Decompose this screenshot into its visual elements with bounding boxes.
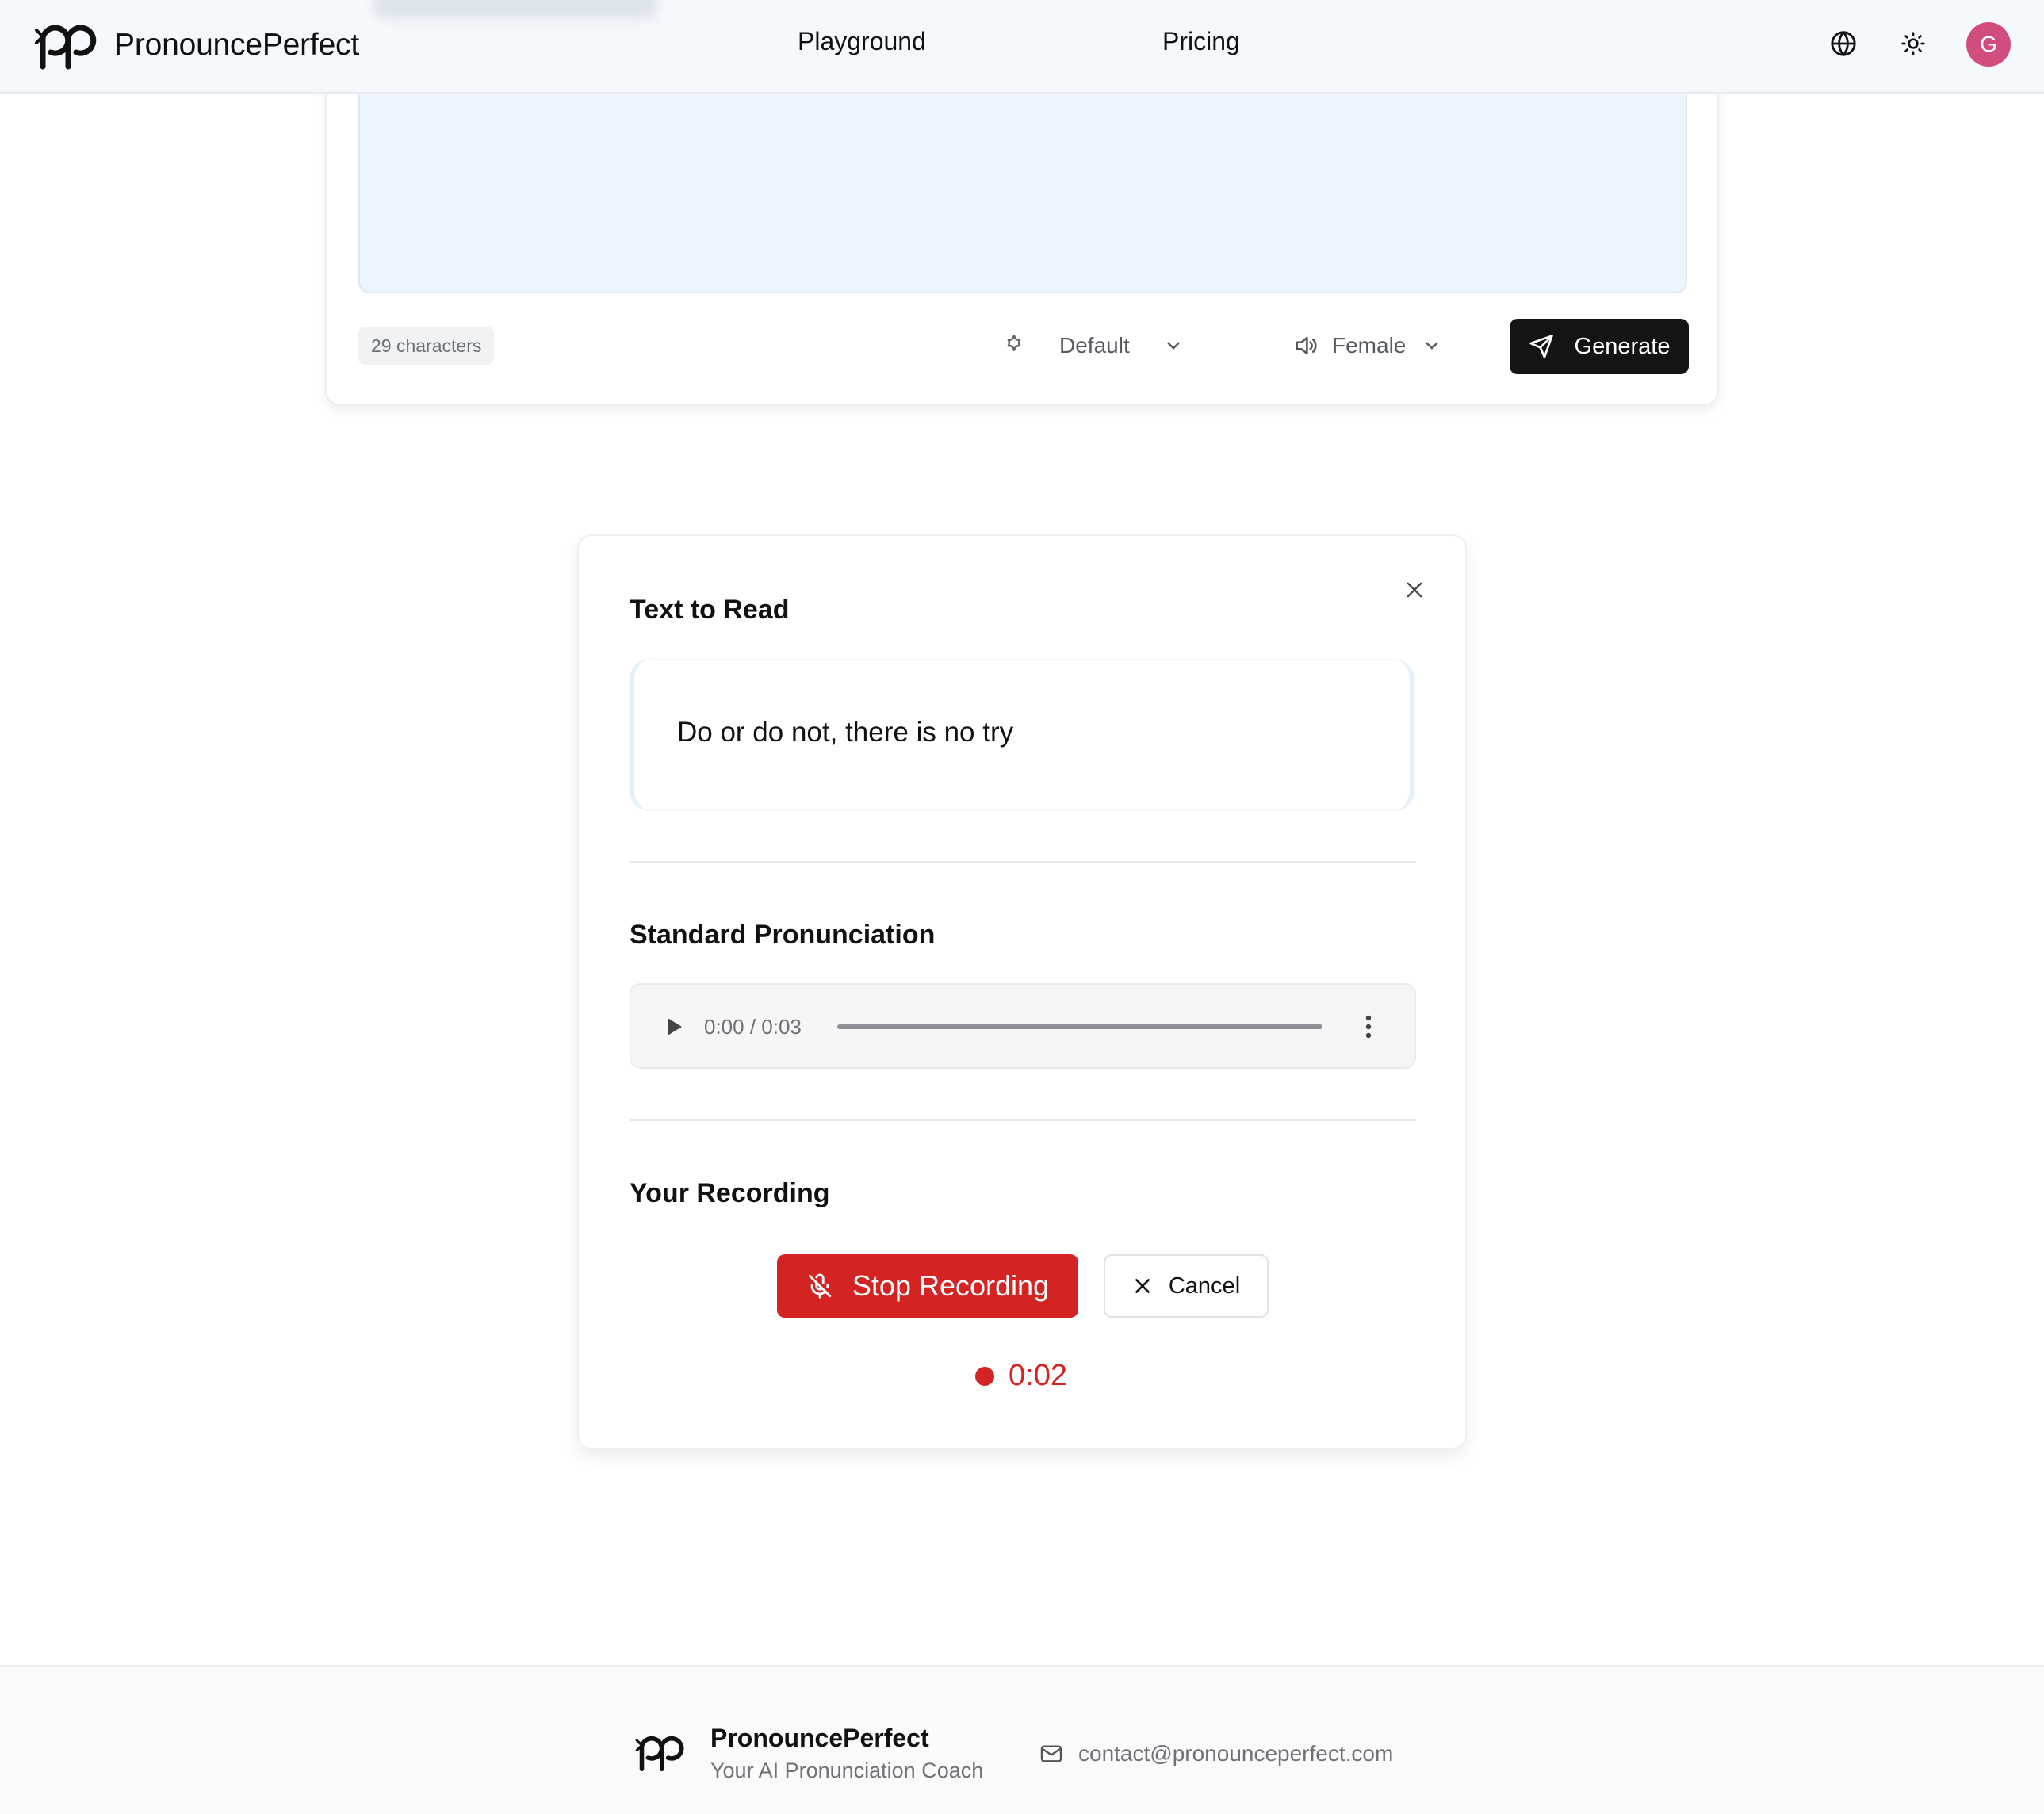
audio-time: 0:00 / 0:03 xyxy=(704,1015,802,1039)
mail-icon xyxy=(1040,1745,1062,1762)
globe-icon xyxy=(1831,30,1856,57)
nav-playground-link[interactable]: Playground xyxy=(798,27,926,56)
cancel-label: Cancel xyxy=(1168,1272,1241,1299)
recording-elapsed-time: 0:02 xyxy=(1009,1359,1067,1392)
user-avatar[interactable]: G xyxy=(1966,22,2011,67)
model-select[interactable]: Default xyxy=(1001,323,1184,368)
text-to-read-content: Do or do not, there is no try xyxy=(677,717,1014,748)
theme-toggle-button[interactable] xyxy=(1898,29,1928,59)
sparkle-model-icon xyxy=(1007,334,1021,351)
close-icon xyxy=(1135,1279,1150,1293)
pp-logo-icon xyxy=(35,25,97,70)
voice-select[interactable]: Female xyxy=(1292,323,1442,368)
language-button[interactable] xyxy=(1828,29,1858,59)
model-select-value: Default xyxy=(1059,333,1130,358)
recording-indicator-dot xyxy=(975,1366,994,1386)
send-icon xyxy=(1529,335,1553,358)
play-icon xyxy=(668,1018,682,1035)
nav-pricing-link[interactable]: Pricing xyxy=(1162,27,1240,56)
site-footer: PronouncePerfect Your AI Pronunciation C… xyxy=(0,1665,2044,1814)
stop-recording-label: Stop Recording xyxy=(852,1269,1050,1302)
section-divider xyxy=(630,1119,1416,1121)
close-icon xyxy=(1407,582,1422,598)
your-recording-title: Your Recording xyxy=(630,1178,830,1208)
footer-contact-link[interactable]: contact@pronounceperfect.com xyxy=(1039,1741,1393,1766)
pp-logo-icon xyxy=(635,1736,684,1772)
modal-close-button[interactable] xyxy=(1400,576,1429,604)
header-overlay-shadow xyxy=(373,0,658,19)
practice-modal: Text to Read Do or do not, there is no t… xyxy=(577,534,1467,1449)
speaker-icon xyxy=(1296,336,1317,355)
voice-select-value: Female xyxy=(1332,333,1407,358)
generate-button-label: Generate xyxy=(1574,333,1671,359)
sun-icon xyxy=(1901,32,1925,55)
audio-progress-bar[interactable] xyxy=(837,1024,1322,1029)
standard-pronunciation-title: Standard Pronunciation xyxy=(630,920,936,950)
footer-brand-name: PronouncePerfect xyxy=(710,1724,929,1752)
character-count-badge: 29 characters xyxy=(358,327,495,365)
footer-email: contact@pronounceperfect.com xyxy=(1078,1741,1394,1766)
section-divider xyxy=(630,861,1416,863)
recording-timer: 0:02 xyxy=(975,1359,1067,1393)
footer-tagline: Your AI Pronunciation Coach xyxy=(710,1759,984,1782)
site-header: PronouncePerfect Playground Pricing G xyxy=(0,0,2044,94)
chevron-down-icon xyxy=(1426,342,1439,350)
stop-recording-button[interactable]: Stop Recording xyxy=(777,1254,1078,1318)
audio-play-button[interactable] xyxy=(663,1015,687,1039)
brand-name: PronouncePerfect xyxy=(114,28,359,62)
chevron-down-icon xyxy=(1167,342,1180,350)
audio-more-options-button[interactable] xyxy=(1361,1013,1376,1040)
generate-button[interactable]: Generate xyxy=(1510,319,1689,374)
mic-off-icon xyxy=(808,1273,832,1299)
more-vertical-icon xyxy=(1365,1015,1372,1039)
cancel-recording-button[interactable]: Cancel xyxy=(1104,1254,1269,1318)
brand-home-link[interactable]: PronouncePerfect xyxy=(30,17,359,73)
text-to-read-title: Text to Read xyxy=(630,595,790,625)
standard-audio-player: 0:00 / 0:03 xyxy=(630,983,1416,1069)
text-to-read-box: Do or do not, there is no try xyxy=(630,660,1414,810)
